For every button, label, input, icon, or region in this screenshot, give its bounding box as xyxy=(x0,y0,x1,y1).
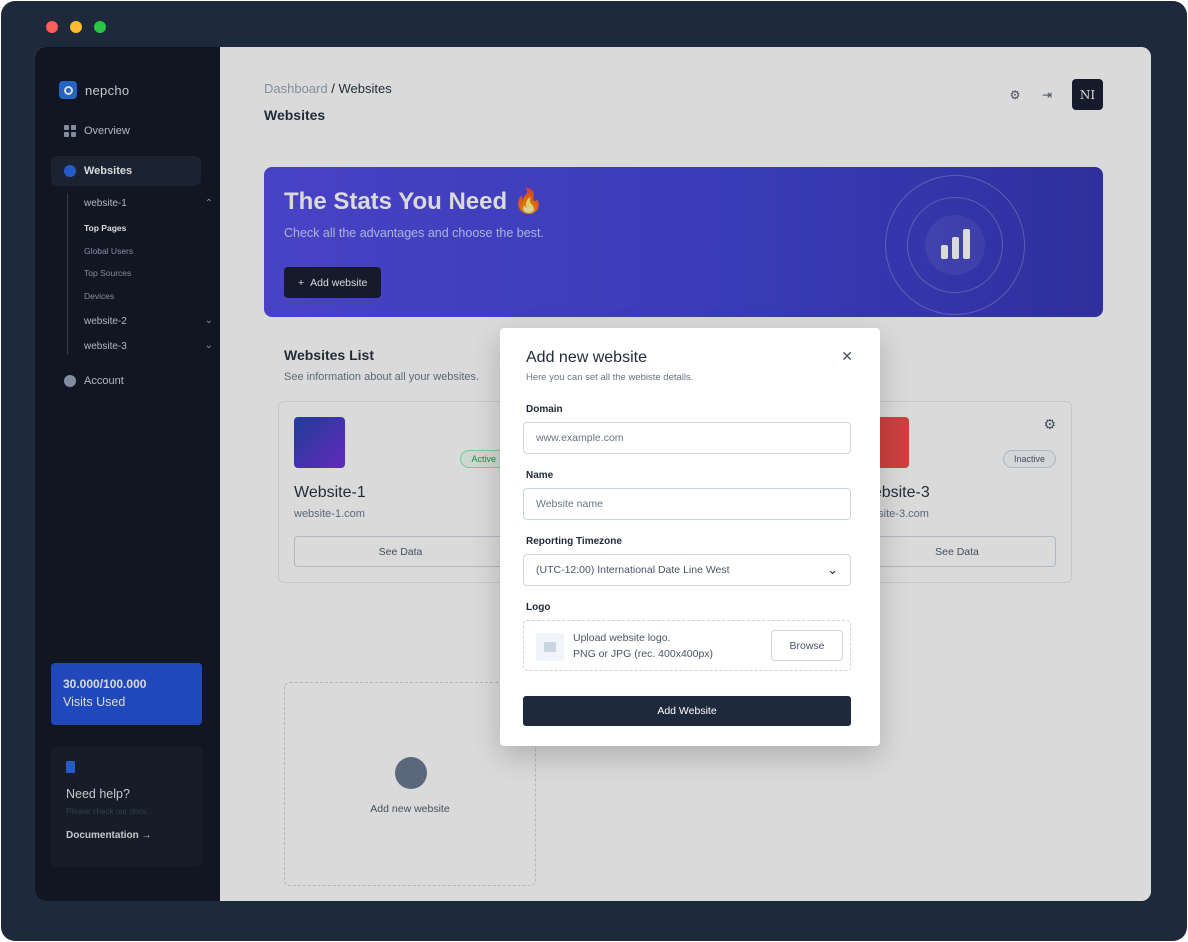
upload-hint: PNG or JPG (rec. 400x400px) xyxy=(573,648,714,660)
domain-label: Domain xyxy=(526,404,563,415)
maximize-window-button[interactable] xyxy=(94,21,106,33)
timezone-label: Reporting Timezone xyxy=(526,536,622,547)
window-controls xyxy=(46,21,106,33)
name-label: Name xyxy=(526,470,554,481)
chevron-down-icon: ⌄ xyxy=(827,562,838,577)
app-window: nepcho Overview Websites website-1 ⌃ Top… xyxy=(1,1,1187,941)
close-window-button[interactable] xyxy=(46,21,58,33)
timezone-select[interactable]: (UTC-12:00) International Date Line West… xyxy=(523,554,851,586)
modal-title: Add new website xyxy=(526,349,647,366)
close-icon[interactable]: ✕ xyxy=(841,348,853,365)
app: nepcho Overview Websites website-1 ⌃ Top… xyxy=(35,47,1151,901)
name-input[interactable] xyxy=(523,488,851,520)
minimize-window-button[interactable] xyxy=(70,21,82,33)
browse-button[interactable]: Browse xyxy=(771,630,843,661)
modal-subtitle: Here you can set all the webiste details… xyxy=(526,372,694,383)
logo-upload-area[interactable]: Upload website logo. PNG or JPG (rec. 40… xyxy=(523,620,851,671)
timezone-value: (UTC-12:00) International Date Line West xyxy=(536,564,730,576)
domain-input[interactable] xyxy=(523,422,851,454)
add-website-submit-button[interactable]: Add Website xyxy=(523,696,851,726)
image-icon xyxy=(536,633,564,661)
logo-label: Logo xyxy=(526,602,551,613)
add-website-modal: Add new website Here you can set all the… xyxy=(500,328,880,746)
upload-text: Upload website logo. xyxy=(573,632,671,644)
